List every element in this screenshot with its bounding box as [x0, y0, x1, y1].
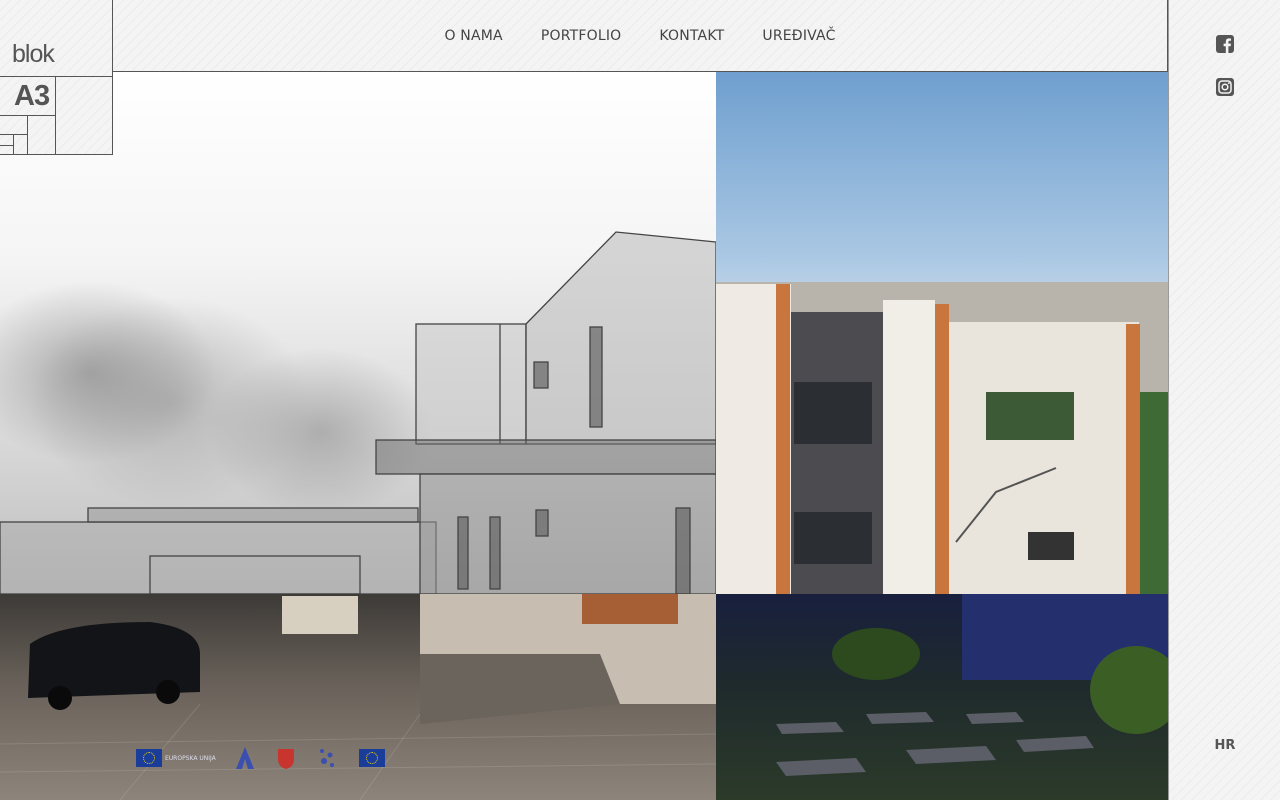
- sponsor-croatia: [277, 744, 298, 772]
- hero-image: EUROPSKA UNIJA: [0, 0, 1168, 800]
- top-navigation-bar: O NAMA PORTFOLIO KONTAKT UREĐIVAČ: [113, 0, 1168, 72]
- site-logo[interactable]: blok A3: [0, 0, 113, 155]
- sponsor-fund: [318, 744, 339, 772]
- sponsor-logos: EUROPSKA UNIJA: [136, 740, 636, 776]
- fund-dots-icon: [319, 749, 334, 767]
- right-rail: HR: [1168, 0, 1280, 800]
- render-half: [716, 72, 1168, 594]
- eu-flag-icon: [136, 749, 162, 767]
- nav-link-kontakt[interactable]: KONTAKT: [659, 28, 724, 44]
- nav-link-portfolio[interactable]: PORTFOLIO: [541, 28, 622, 44]
- sponsor-eu: EUROPSKA UNIJA: [136, 744, 216, 772]
- render-garden: [716, 594, 1168, 800]
- croatia-shield-icon: [277, 749, 294, 769]
- logo-submark: A3: [14, 80, 50, 112]
- language-switch[interactable]: HR: [1169, 738, 1280, 753]
- sponsor-ministry: [235, 744, 257, 772]
- nav-link-uredivac[interactable]: UREĐIVAČ: [762, 28, 835, 44]
- sponsor-eu-fund: [358, 744, 388, 772]
- ministry-mark-icon: [235, 747, 254, 769]
- logo-grid-icon: [0, 76, 113, 155]
- eu-flag-icon: [358, 749, 385, 767]
- facebook-square-icon[interactable]: [1215, 34, 1235, 54]
- instagram-icon[interactable]: [1215, 77, 1235, 97]
- nav-link-o-nama[interactable]: O NAMA: [444, 28, 502, 44]
- sponsor-label: EUROPSKA UNIJA: [165, 754, 216, 762]
- main-nav: O NAMA PORTFOLIO KONTAKT UREĐIVAČ: [444, 28, 835, 44]
- logo-wordmark: blok: [12, 40, 55, 68]
